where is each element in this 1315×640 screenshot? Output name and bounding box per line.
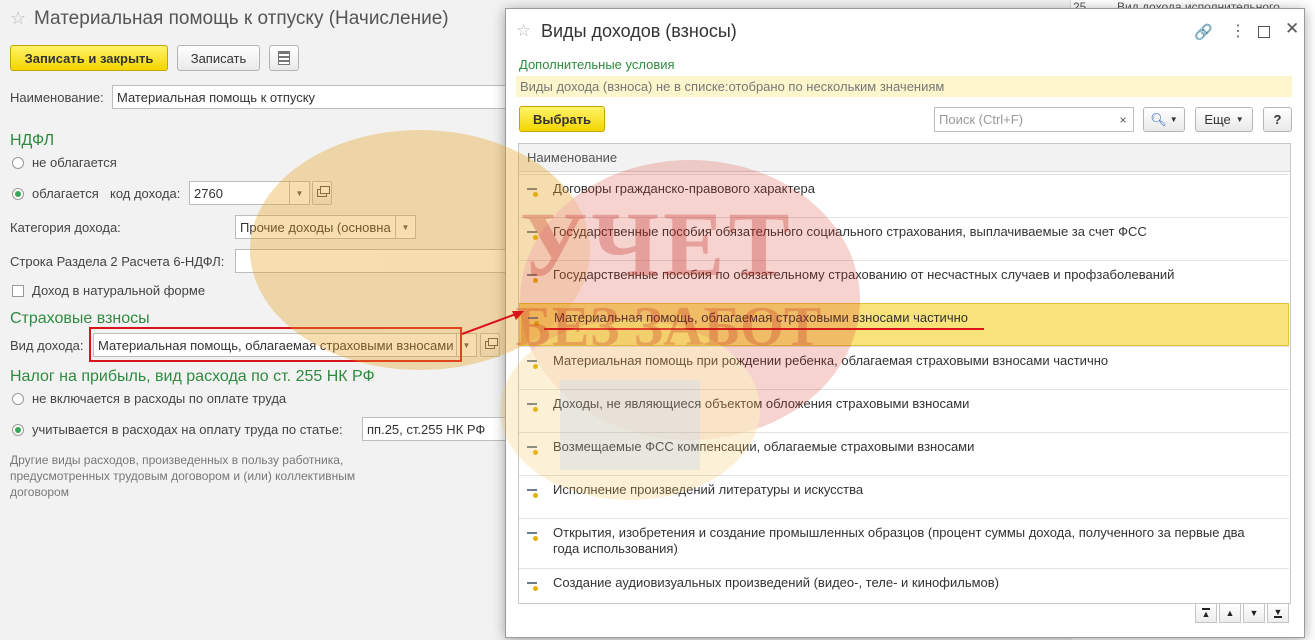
income-code-label: код дохода: — [110, 186, 181, 201]
list-item-label: Доходы, не являющиеся объектом обложения… — [553, 396, 970, 411]
ndfl-heading: НДФЛ — [10, 132, 55, 149]
document-list-icon — [278, 51, 290, 65]
income-code-dropdown[interactable]: ▼ — [290, 181, 310, 205]
income-code-field[interactable]: 2760 — [189, 181, 290, 205]
more-button-label: Еще — [1204, 112, 1231, 127]
dialog-title: Виды доходов (взносы) — [541, 21, 737, 41]
profit-tax-heading: Налог на прибыль, вид расхода по ст. 255… — [10, 368, 375, 385]
list-item-label: Открытия, изобретения и создание промышл… — [553, 525, 1245, 556]
to-top-icon: ▲ — [1201, 608, 1211, 619]
expense-note: Другие виды расходов, произведенных в по… — [10, 453, 356, 499]
open-window-icon — [317, 186, 330, 197]
radio-included[interactable] — [12, 424, 24, 436]
list-item-label: Материальная помощь при рождении ребенка… — [553, 353, 1109, 368]
income-category-dropdown[interactable]: ▼ — [396, 215, 416, 239]
item-type-icon — [527, 531, 539, 541]
article-field[interactable]: пп.25, ст.255 НК РФ — [362, 417, 507, 441]
item-type-icon — [527, 488, 539, 498]
income-category-label: Категория дохода: — [10, 220, 121, 235]
extra-conditions-link[interactable]: Дополнительные условия — [519, 57, 675, 72]
item-type-icon — [527, 359, 539, 369]
search-icon: 🔍︎ — [1150, 111, 1167, 127]
form-title: Материальная помощь к отпуску (Начислени… — [34, 8, 449, 29]
chevron-down-icon: ▼ — [1249, 608, 1259, 618]
radio-included-label: учитывается в расходах на оплату труда п… — [32, 422, 343, 437]
scroll-up-button[interactable]: ▲ — [1219, 603, 1241, 623]
list-item-selected[interactable]: Материальная помощь, облагаемая страховы… — [519, 303, 1289, 346]
list-item-label: Государственные пособия обязательного со… — [553, 224, 1147, 239]
list-item[interactable]: Исполнение произведений литературы и иск… — [519, 475, 1289, 518]
row-6ndfl-field[interactable] — [235, 249, 507, 273]
item-type-icon — [527, 187, 539, 197]
list-item[interactable]: Возмещаемые ФСС компенсации, облагаемые … — [519, 432, 1289, 475]
item-type-icon — [527, 273, 539, 283]
annotation-red-underline — [544, 328, 984, 330]
item-type-icon — [527, 581, 539, 591]
list-item[interactable]: Государственные пособия обязательного со… — [519, 217, 1289, 260]
list-item[interactable]: Создание аудиовизуальных произведений (в… — [519, 568, 1289, 603]
column-header-name[interactable]: Наименование — [519, 144, 1290, 172]
radio-taxed-label: облагается — [32, 186, 99, 201]
radio-taxed[interactable] — [12, 188, 24, 200]
item-type-icon — [527, 402, 539, 412]
select-button[interactable]: Выбрать — [519, 106, 605, 132]
search-input[interactable]: Поиск (Ctrl+F) — [934, 107, 1114, 132]
item-type-icon — [527, 445, 539, 455]
contributions-heading: Страховые взносы — [10, 310, 150, 327]
save-button[interactable]: Записать — [177, 45, 260, 71]
radio-not-included-label: не включается в расходы по оплате труда — [32, 391, 287, 406]
annotation-red-box — [89, 327, 462, 362]
scroll-down-button[interactable]: ▼ — [1243, 603, 1265, 623]
list-item-label: Исполнение произведений литературы и иск… — [553, 482, 864, 497]
radio-not-taxed[interactable] — [12, 157, 24, 169]
favorite-star-icon[interactable]: ☆ — [516, 21, 531, 41]
clear-search-button[interactable]: × — [1113, 107, 1134, 132]
link-icon[interactable]: 🔗 — [1194, 23, 1213, 41]
list-item-label: Создание аудиовизуальных произведений (в… — [553, 575, 999, 590]
income-category-field[interactable]: Прочие доходы (основна — [235, 215, 396, 239]
scroll-first-button[interactable]: ▲ — [1195, 603, 1217, 623]
chevron-down-icon: ▼ — [1169, 115, 1178, 124]
chevron-down-icon: ▼ — [1235, 115, 1244, 124]
item-type-icon — [527, 230, 539, 240]
more-vertical-icon[interactable]: ⋮ — [1230, 21, 1246, 41]
open-window-icon — [485, 338, 498, 349]
radio-not-taxed-label: не облагается — [32, 155, 117, 170]
favorite-star-icon[interactable]: ☆ — [10, 8, 26, 29]
filter-text: Виды дохода (взноса) не в списке:отобран… — [520, 79, 945, 94]
items-table: Наименование Договоры гражданско-правово… — [518, 143, 1291, 604]
to-bottom-icon: ▼ — [1273, 607, 1283, 618]
chevron-up-icon: ▲ — [1225, 608, 1235, 618]
income-type-label: Вид дохода: — [10, 338, 84, 353]
name-label: Наименование: — [10, 90, 104, 105]
natural-form-label: Доход в натуральной форме — [32, 283, 206, 298]
list-item-label: Возмещаемые ФСС компенсации, облагаемые … — [553, 439, 975, 454]
list-item[interactable]: Доходы, не являющиеся объектом обложения… — [519, 389, 1289, 432]
list-item-label: Государственные пособия по обязательному… — [553, 267, 1175, 282]
list-item[interactable]: Договоры гражданско-правового характера — [519, 174, 1289, 217]
item-type-icon — [528, 316, 540, 326]
report-button[interactable] — [269, 45, 299, 71]
radio-not-included[interactable] — [12, 393, 24, 405]
more-button[interactable]: Еще ▼ — [1195, 107, 1253, 132]
list-item[interactable]: Материальная помощь при рождении ребенка… — [519, 346, 1289, 389]
close-icon[interactable]: ✕ — [1285, 19, 1299, 39]
row-6ndfl-label: Строка Раздела 2 Расчета 6-НДФЛ: — [10, 254, 225, 269]
name-field[interactable]: Материальная помощь к отпуску — [112, 85, 507, 109]
scroll-last-button[interactable]: ▼ — [1267, 603, 1289, 623]
income-types-dialog: ☆ Виды доходов (взносы) 🔗 ⋮ ✕ Дополнител… — [505, 8, 1305, 638]
maximize-icon[interactable] — [1258, 26, 1270, 38]
save-and-close-button[interactable]: Записать и закрыть — [10, 45, 168, 71]
income-type-open-button[interactable] — [480, 333, 500, 357]
help-button[interactable]: ? — [1263, 107, 1292, 132]
natural-form-checkbox[interactable] — [12, 285, 24, 297]
search-options-button[interactable]: 🔍︎ ▼ — [1143, 107, 1185, 132]
list-item[interactable]: Государственные пособия по обязательному… — [519, 260, 1289, 303]
list-item-label: Материальная помощь, облагаемая страховы… — [554, 310, 969, 325]
list-item[interactable]: Открытия, изобретения и создание промышл… — [519, 518, 1289, 568]
income-code-open-button[interactable] — [312, 181, 332, 205]
list-item-label: Договоры гражданско-правового характера — [553, 181, 815, 196]
